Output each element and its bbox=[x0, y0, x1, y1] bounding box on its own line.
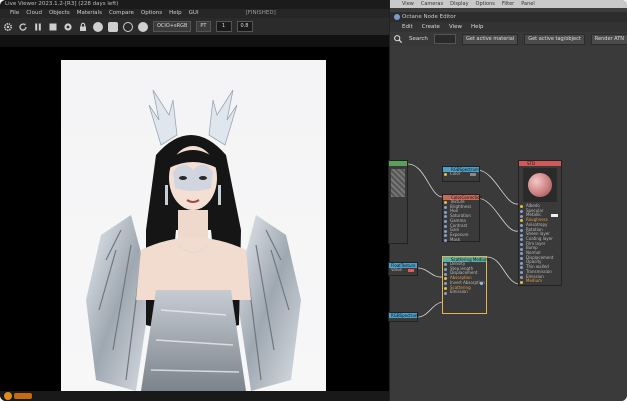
input-pin-icon[interactable] bbox=[444, 173, 447, 177]
std-row-medium: Medium bbox=[519, 278, 561, 284]
sc-row-emission: Emission bbox=[443, 289, 486, 295]
menu-view[interactable]: View bbox=[449, 22, 462, 32]
live-viewer-info-bar bbox=[0, 35, 389, 47]
menu-help-ne[interactable]: Help bbox=[471, 22, 484, 32]
host-menu-options[interactable]: Options bbox=[476, 0, 495, 8]
square-icon[interactable] bbox=[108, 21, 118, 32]
host-menu-filter[interactable]: Filter bbox=[502, 0, 514, 8]
host-menu-panel[interactable]: Panel bbox=[521, 0, 535, 8]
menu-options[interactable]: Options bbox=[141, 9, 162, 18]
texture-preview-thumbnail bbox=[391, 169, 405, 197]
ft-row-value: Value bbox=[389, 267, 417, 273]
material-preview-sphere bbox=[528, 173, 552, 197]
live-viewer-title: Live Viewer 2023.1.2-[R3] (228 days left… bbox=[0, 0, 389, 9]
get-active-tag-object-button[interactable]: Get active tag/object bbox=[524, 33, 585, 45]
host-menu-display[interactable]: Display bbox=[450, 0, 468, 8]
node-float-texture[interactable]: FloatTexture Value bbox=[388, 262, 418, 276]
lock-icon[interactable] bbox=[78, 22, 88, 32]
settings-gear-icon[interactable] bbox=[3, 22, 13, 32]
row-label: Mask bbox=[450, 236, 461, 242]
search-toggle-icon[interactable] bbox=[393, 34, 403, 44]
live-viewer-window: Live Viewer 2023.1.2-[R3] (228 days left… bbox=[0, 0, 389, 401]
menu-cloud[interactable]: Cloud bbox=[26, 9, 42, 18]
material-preview bbox=[523, 168, 557, 202]
row-label: Emission bbox=[450, 289, 468, 295]
host-menu-cameras[interactable]: Cameras bbox=[421, 0, 443, 8]
render-status: [FINISHED] bbox=[245, 10, 276, 16]
menu-compare[interactable]: Compare bbox=[109, 9, 134, 18]
octane-logo-icon bbox=[4, 392, 12, 400]
stop-icon[interactable] bbox=[48, 22, 58, 32]
menu-create[interactable]: Create bbox=[422, 22, 440, 32]
node-std-material[interactable]: STD Albedo Specular Metallic Roughness A… bbox=[518, 160, 562, 286]
value-swatch[interactable] bbox=[408, 269, 414, 272]
menu-file[interactable]: File bbox=[10, 9, 19, 18]
checkbox-icon[interactable] bbox=[480, 281, 483, 285]
screenshot-frame: Live Viewer 2023.1.2-[R3] (228 days left… bbox=[0, 0, 627, 401]
node-editor-title-text: Octane Node Editor bbox=[402, 14, 456, 20]
octane-app-icon bbox=[394, 14, 400, 20]
search-input[interactable] bbox=[433, 34, 457, 44]
menu-materials[interactable]: Materials bbox=[77, 9, 102, 18]
row-label: Medium bbox=[526, 278, 542, 284]
menu-gui[interactable]: GUI bbox=[189, 9, 199, 18]
search-label: Search bbox=[409, 36, 428, 42]
refresh-icon[interactable] bbox=[18, 22, 28, 32]
menu-edit[interactable]: Edit bbox=[402, 22, 413, 32]
progress-indicator bbox=[14, 393, 32, 399]
node-editor-menubar: Edit Create View Help bbox=[390, 22, 627, 32]
node-color-correction[interactable]: ColorCorrection Texture Brightness Hue S… bbox=[442, 194, 482, 243]
sphere-icon[interactable] bbox=[93, 21, 103, 32]
node-wires bbox=[407, 163, 519, 318]
host-menubar: View Cameras Display Options Filter Pane… bbox=[390, 0, 627, 8]
row-label: Color bbox=[450, 171, 461, 176]
get-active-material-button[interactable]: Get active material bbox=[462, 33, 519, 45]
field-a[interactable]: 1 bbox=[215, 21, 232, 32]
input-pin-icon[interactable] bbox=[444, 238, 447, 242]
host-menu-view[interactable]: View bbox=[402, 0, 414, 8]
row-label: Value bbox=[391, 267, 402, 272]
node-editor-window: View Cameras Display Options Filter Pane… bbox=[388, 0, 627, 401]
live-viewer-menubar: File Cloud Objects Materials Compare Opt… bbox=[0, 9, 389, 18]
render-atn-button[interactable]: Render ATN bbox=[590, 33, 627, 45]
node-rgb-spectrum-2[interactable]: RGBSpectrum bbox=[388, 312, 419, 322]
render-output-image bbox=[61, 60, 326, 391]
color-swatch[interactable] bbox=[470, 173, 476, 176]
dot-icon[interactable] bbox=[138, 21, 148, 32]
live-viewer-toolbar: OCIO+sRGB PT 1 0.8 bbox=[0, 18, 389, 35]
ring-icon[interactable] bbox=[123, 21, 133, 32]
kernel-select[interactable]: PT bbox=[196, 21, 211, 32]
node-graph-canvas[interactable]: RGBSpectrum Color ColorCorrection Textur… bbox=[388, 46, 627, 401]
live-viewer-statusbar bbox=[0, 391, 389, 401]
cc-row-mask: Mask bbox=[443, 236, 479, 243]
node-rgb-spectrum[interactable]: RGBSpectrum Color bbox=[442, 166, 480, 182]
node-image-texture[interactable] bbox=[388, 160, 408, 244]
node-rgb-spectrum-2-title: RGBSpectrum bbox=[389, 313, 419, 318]
node-editor-toolbar: Search Get active material Get active ta… bbox=[390, 32, 627, 46]
node-scattering-medium[interactable]: Scattering Medium Density Step length Di… bbox=[442, 256, 489, 314]
menu-help[interactable]: Help bbox=[169, 9, 182, 18]
input-pin-icon[interactable] bbox=[520, 280, 523, 284]
flower-icon[interactable] bbox=[63, 22, 73, 32]
node-image-texture-header bbox=[389, 161, 407, 166]
node-rgb-spectrum-row-color: Color bbox=[443, 171, 479, 177]
input-pin-icon[interactable] bbox=[444, 291, 447, 295]
field-b[interactable]: 0.8 bbox=[236, 21, 253, 32]
rendered-portrait-image bbox=[86, 89, 301, 391]
node-std-title: STD bbox=[519, 161, 561, 166]
node-editor-title: Octane Node Editor bbox=[390, 12, 627, 22]
pause-icon[interactable] bbox=[33, 22, 43, 32]
menu-objects[interactable]: Objects bbox=[49, 9, 70, 18]
value-swatch[interactable] bbox=[551, 214, 558, 218]
color-space-select[interactable]: OCIO+sRGB bbox=[153, 21, 192, 32]
